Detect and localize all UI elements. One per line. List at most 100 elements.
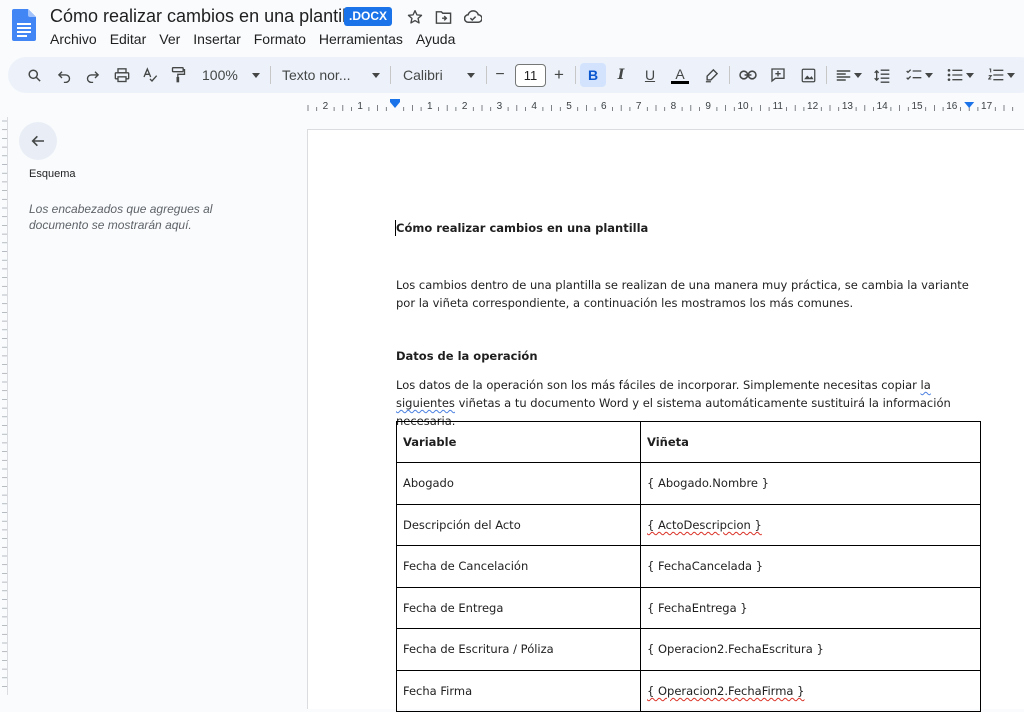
search-menus-icon[interactable] xyxy=(24,63,44,87)
numbered-list-icon[interactable] xyxy=(984,63,1018,87)
table-row: Fecha de Entrega { FechaEntrega } xyxy=(396,586,981,629)
print-icon[interactable] xyxy=(112,63,132,87)
chevron-down-icon xyxy=(854,72,862,78)
insert-comment-icon[interactable] xyxy=(767,63,789,87)
docs-logo-icon[interactable] xyxy=(12,9,36,41)
outline-title: Esquema xyxy=(29,168,76,180)
decrease-font-size-button[interactable]: − xyxy=(492,63,508,87)
table-header-cell[interactable]: Viñeta xyxy=(640,421,981,463)
toolbar-divider xyxy=(390,66,391,84)
menu-ver[interactable]: Ver xyxy=(159,31,186,47)
chevron-down-icon xyxy=(1006,72,1015,78)
right-indent-marker[interactable] xyxy=(964,102,975,108)
text-color-button[interactable]: A xyxy=(669,63,691,87)
toolbar-divider xyxy=(270,66,271,84)
table-cell[interactable]: { ActoDescripcion } xyxy=(640,503,981,546)
table-row: Fecha Firma { Operacion2.FechaFirma } xyxy=(396,669,981,712)
ruler-label: 1 xyxy=(357,101,363,112)
insert-image-icon[interactable] xyxy=(797,63,819,87)
cloud-status-icon[interactable] xyxy=(463,8,483,26)
chevron-down-icon xyxy=(466,72,475,78)
outline-empty-hint: Los encabezados que agregues al document… xyxy=(29,202,213,232)
menu-bar: Archivo Editar Ver Insertar Formato Herr… xyxy=(50,31,468,47)
align-icon[interactable] xyxy=(834,63,864,87)
toolbar: 100% Texto nor... Calibri − 11 + B I U A xyxy=(8,57,1024,93)
horizontal-ruler-area: 2 1 1 2 3 4 5 6 7 8 9 10 11 12 13 14 15 16 17 xyxy=(0,96,1024,116)
ruler-label: 15 xyxy=(911,101,923,112)
document-page[interactable]: Cómo realizar cambios en una plantilla L… xyxy=(307,129,1024,712)
increase-font-size-button[interactable]: + xyxy=(551,63,567,87)
table-cell[interactable]: { Operacion2.FechaEscritura } xyxy=(640,628,981,671)
table-cell[interactable]: Fecha Firma xyxy=(396,669,641,712)
table-cell[interactable]: Fecha de Cancelación xyxy=(396,545,641,588)
ruler-label: 7 xyxy=(636,101,642,112)
ruler-label: 5 xyxy=(566,101,572,112)
ruler-label: 6 xyxy=(601,101,607,112)
redo-icon[interactable] xyxy=(82,63,102,87)
menu-herramientas[interactable]: Herramientas xyxy=(319,31,409,47)
intro-paragraph[interactable]: Los cambios dentro de una plantilla se r… xyxy=(396,276,976,312)
ruler-label: 12 xyxy=(807,101,819,112)
document-outline-panel: Esquema Los encabezados que agregues al … xyxy=(8,117,306,695)
vertical-ruler[interactable] xyxy=(0,117,8,695)
undo-icon[interactable] xyxy=(54,63,74,87)
ruler-label: 4 xyxy=(531,101,537,112)
first-line-indent-marker[interactable] xyxy=(390,99,400,102)
paint-format-icon[interactable] xyxy=(168,63,188,87)
spellcheck-icon[interactable] xyxy=(140,63,160,87)
highlight-icon[interactable] xyxy=(701,63,721,87)
menu-ayuda[interactable]: Ayuda xyxy=(416,31,461,47)
ruler-label: 2 xyxy=(462,101,468,112)
table-cell[interactable]: Descripción del Acto xyxy=(396,503,641,546)
close-outline-button[interactable] xyxy=(19,122,57,160)
underline-button[interactable]: U xyxy=(640,63,660,87)
table-cell[interactable]: Fecha de Escritura / Póliza xyxy=(396,628,641,671)
ruler-label: 13 xyxy=(842,101,854,112)
ruler-label: 3 xyxy=(497,101,503,112)
font-select[interactable]: Calibri xyxy=(403,63,475,87)
table-cell[interactable]: { Operacion2.FechaFirma } xyxy=(640,669,981,712)
document-title[interactable]: Cómo realizar cambios en una plantilla xyxy=(50,6,360,27)
text-color-letter: A xyxy=(675,65,685,82)
menu-editar[interactable]: Editar xyxy=(110,31,153,47)
move-folder-icon[interactable] xyxy=(433,8,453,26)
table-cell[interactable]: { FechaCancelada } xyxy=(640,545,981,588)
font-size-input[interactable]: 11 xyxy=(515,64,546,87)
toolbar-divider xyxy=(826,66,827,84)
insert-link-icon[interactable] xyxy=(737,63,759,87)
ruler-label: 2 xyxy=(323,101,329,112)
toolbar-divider xyxy=(575,66,576,84)
table-cell[interactable]: Fecha de Entrega xyxy=(396,586,641,629)
table-header-row: Variable Viñeta xyxy=(396,421,981,463)
zoom-select[interactable]: 100% xyxy=(202,63,260,87)
left-indent-marker[interactable] xyxy=(390,102,400,108)
horizontal-ruler[interactable]: 2 1 1 2 3 4 5 6 7 8 9 10 11 12 13 14 15 16 17 xyxy=(307,96,1024,116)
table-cell[interactable]: { Abogado.Nombre } xyxy=(640,462,981,505)
toolbar-divider xyxy=(729,66,730,84)
line-spacing-icon[interactable] xyxy=(872,63,892,87)
section-heading[interactable]: Datos de la operación xyxy=(396,349,538,363)
bold-button[interactable]: B xyxy=(580,63,606,87)
table-row: Abogado { Abogado.Nombre } xyxy=(396,462,981,505)
ruler-label: 1 xyxy=(427,101,433,112)
menu-formato[interactable]: Formato xyxy=(254,31,312,47)
paragraph-style-select[interactable]: Texto nor... xyxy=(282,63,381,87)
table-cell[interactable]: { FechaEntrega } xyxy=(640,586,981,629)
ruler-label: 11 xyxy=(773,101,784,112)
table-row: Fecha de Cancelación { FechaCancelada } xyxy=(396,545,981,588)
menu-archivo[interactable]: Archivo xyxy=(50,31,103,47)
chevron-down-icon xyxy=(965,72,974,78)
text-color-swatch xyxy=(671,80,689,84)
variables-table[interactable]: Variable Viñeta Abogado { Abogado.Nombre… xyxy=(396,421,981,712)
menu-insertar[interactable]: Insertar xyxy=(193,31,246,47)
italic-button[interactable]: I xyxy=(611,63,631,87)
checklist-icon[interactable] xyxy=(902,63,936,87)
table-cell[interactable]: Abogado xyxy=(396,462,641,505)
font-value: Calibri xyxy=(403,67,443,83)
bulleted-list-icon[interactable] xyxy=(943,63,977,87)
table-header-cell[interactable]: Variable xyxy=(396,421,641,463)
document-heading[interactable]: Cómo realizar cambios en una plantilla xyxy=(396,221,648,235)
star-icon[interactable] xyxy=(405,8,425,26)
spelling-flagged-text: { ActoDescripcion } xyxy=(647,517,762,532)
chevron-down-icon xyxy=(372,72,381,78)
